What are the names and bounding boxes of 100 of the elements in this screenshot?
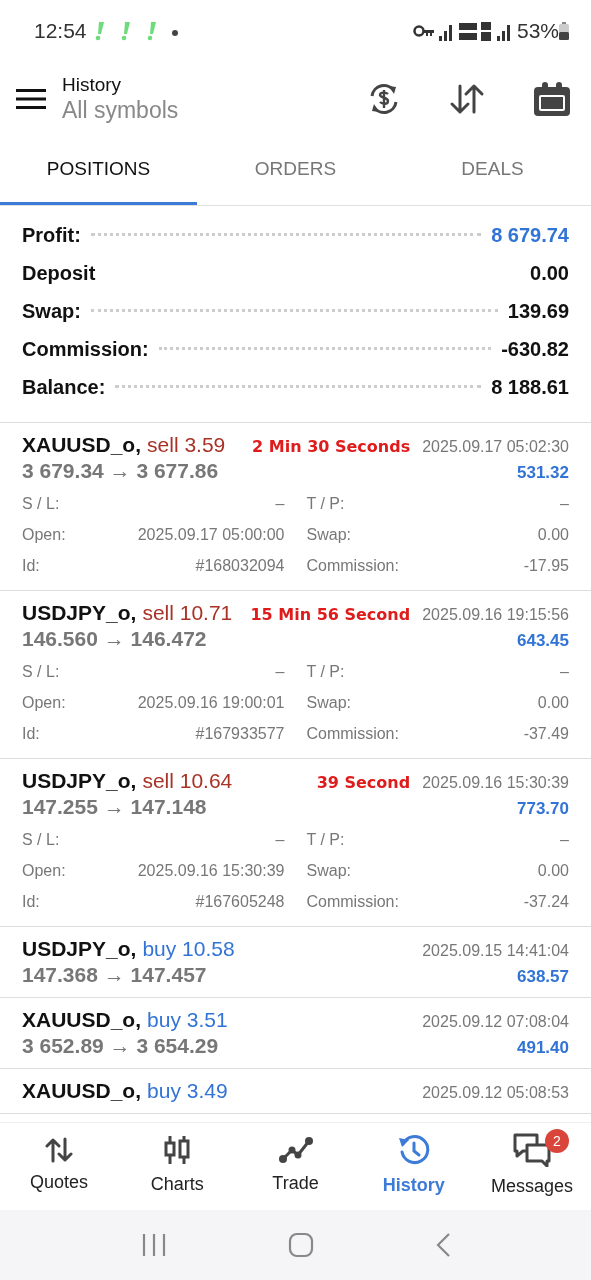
sort-icon[interactable] [449,83,485,115]
summary-value: 139.69 [507,299,569,324]
nav-tab[interactable]: Quotes [0,1123,119,1210]
trade-volume: buy 10.58 [142,936,235,962]
summary-label: Swap: [22,299,81,324]
detail-value: – [275,493,285,514]
close-time: 2025.09.16 19:15:56 [421,605,569,625]
nav-tab[interactable]: Trade [236,1123,355,1210]
summary-label: Deposit [22,261,96,286]
detail-value: -37.24 [523,891,569,912]
detail-value: 0.00 [537,524,569,545]
detail-label: T / P: [306,661,345,682]
notification-badge: 2 [545,1129,569,1153]
annotation-text: 15 Min 56 Second [249,604,411,626]
close-time: 2025.09.17 05:02:30 [421,437,569,457]
annotation-text: 39 Second [315,772,411,794]
home-icon[interactable] [287,1232,314,1258]
symbol-name: XAUUSD_o, [22,1007,142,1033]
detail-label: Id: [22,723,40,744]
back-icon[interactable] [434,1232,451,1258]
key-icon [412,25,435,37]
detail-label: Commission: [306,555,399,576]
summary-value: -630.82 [501,337,569,362]
candlestick-chart-icon [164,1135,191,1165]
tab[interactable]: DEALS [394,136,591,205]
detail-label: Commission: [306,891,399,912]
detail-label: S / L: [22,661,60,682]
detail-label: Open: [22,692,66,713]
detail-value: 0.00 [537,860,569,881]
symbol-name: XAUUSD_o, [22,432,142,458]
detail-value: – [275,661,285,682]
clock: 12:54 [34,18,87,45]
trade-volume: buy 3.51 [147,1007,228,1033]
detail-value: – [560,493,569,514]
nav-tab[interactable]: Messages 2 [472,1123,591,1210]
symbol-name: XAUUSD_o, [22,1078,142,1104]
symbol-name: USDJPY_o, [22,600,137,626]
detail-value: -17.95 [523,555,569,576]
trade-volume: sell 10.71 [142,600,233,626]
detail-value: – [560,829,569,850]
history-icon [397,1134,430,1166]
detail-value: 0.00 [537,692,569,713]
profit-value: 643.45 [517,630,569,652]
detail-value: – [275,829,285,850]
summary-label: Balance: [22,375,106,400]
nav-tab[interactable]: History [354,1123,473,1210]
signal-icon [438,19,513,43]
nav-tab[interactable]: Charts [118,1123,237,1210]
summary-value: 8 188.61 [491,375,569,400]
trade-volume: buy 3.49 [147,1078,228,1104]
profit-value: 491.40 [517,1037,569,1059]
battery-percentage: 53% [516,18,559,45]
detail-label: Id: [22,891,40,912]
detail-value: #167933577 [195,723,285,744]
price-range: 3 679.34 → 3 677.86 [22,458,219,484]
summary-label: Commission: [22,337,149,362]
detail-value: 2025.09.16 19:00:01 [137,692,285,713]
summary-label: Profit: [22,223,81,248]
detail-label: T / P: [306,493,345,514]
summary-value: 8 679.74 [491,223,569,248]
recent-apps-icon[interactable] [140,1233,167,1257]
symbol-name: USDJPY_o, [22,768,137,794]
detail-value: #168032094 [195,555,285,576]
detail-label: Swap: [306,692,351,713]
menu-icon[interactable] [16,88,46,110]
detail-value: 2025.09.17 05:00:00 [137,524,285,545]
profit-value: 531.32 [517,462,569,484]
close-time: 2025.09.12 05:08:53 [421,1083,569,1103]
symbol-filter[interactable]: All symbols [62,96,179,125]
calendar-icon[interactable] [533,81,571,117]
price-range: 3 652.89 → 3 654.29 [22,1033,219,1059]
notification-icon [94,21,179,41]
detail-value: -37.49 [523,723,569,744]
close-time: 2025.09.15 14:41:04 [421,941,569,961]
detail-label: Swap: [306,860,351,881]
price-range: 146.560 → 146.472 [22,626,207,652]
detail-value: #167605248 [195,891,285,912]
detail-label: Open: [22,524,66,545]
detail-label: Id: [22,555,40,576]
chat-icon [512,1133,551,1167]
profit-value: 773.70 [517,798,569,820]
detail-label: Commission: [306,723,399,744]
quotes-icon [45,1137,74,1163]
battery-icon [559,22,569,40]
price-range: 147.368 → 147.457 [22,962,207,988]
detail-label: T / P: [306,829,345,850]
detail-label: S / L: [22,829,60,850]
tab[interactable]: POSITIONS [0,136,197,205]
profit-value: 638.57 [517,966,569,988]
price-range: 147.255 → 147.148 [22,794,207,820]
line-chart-icon [278,1136,313,1164]
close-time: 2025.09.16 15:30:39 [421,773,569,793]
detail-value: 2025.09.16 15:30:39 [137,860,285,881]
screen-title: History [62,73,123,97]
symbol-name: USDJPY_o, [22,936,137,962]
trade-volume: sell 3.59 [147,432,226,458]
close-time: 2025.09.12 07:08:04 [421,1012,569,1032]
trade-volume: sell 10.64 [142,768,233,794]
detail-label: Open: [22,860,66,881]
tab[interactable]: ORDERS [197,136,394,205]
